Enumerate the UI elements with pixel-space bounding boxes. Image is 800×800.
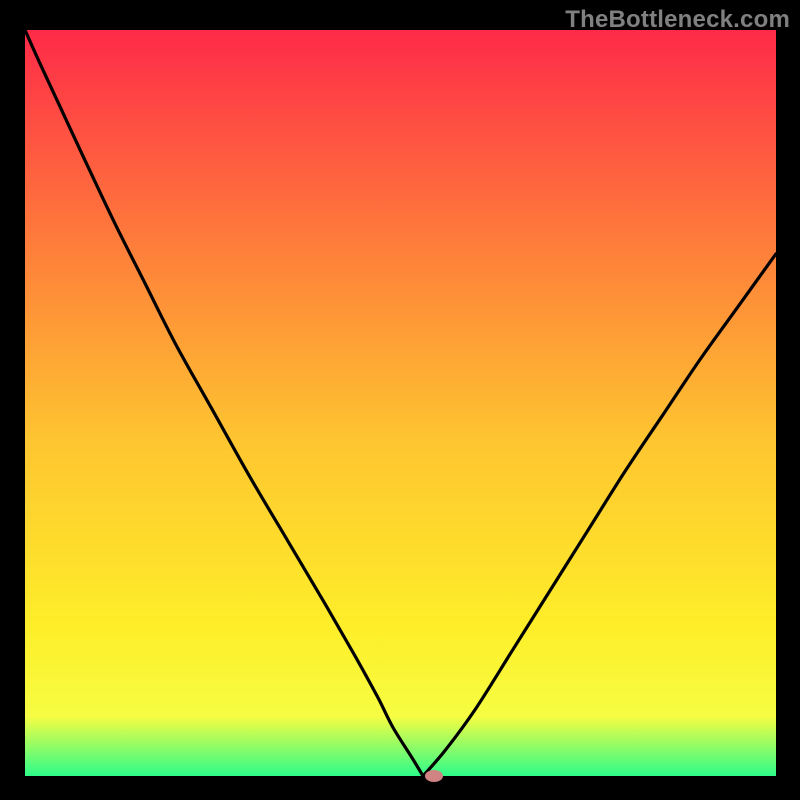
gradient-background <box>25 30 776 776</box>
plot-area <box>25 30 776 776</box>
watermark-text: TheBottleneck.com <box>565 6 790 34</box>
chart-svg <box>25 30 776 776</box>
bottleneck-marker <box>425 770 443 782</box>
chart-frame: TheBottleneck.com <box>0 0 800 800</box>
